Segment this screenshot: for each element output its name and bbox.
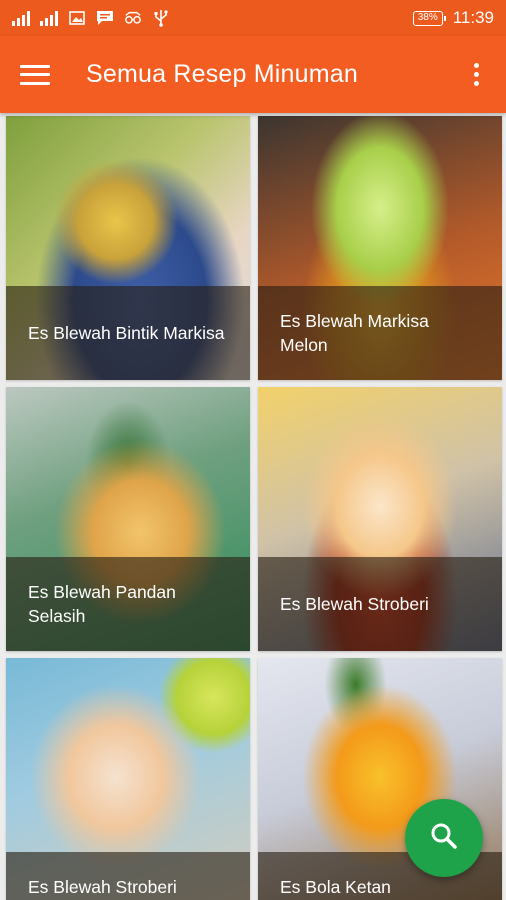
glasses-icon [124,10,142,26]
signal-icon [12,10,30,26]
more-vert-icon[interactable] [466,63,486,86]
clock: 11:39 [452,8,494,27]
page-title: Semua Resep Minuman [86,60,358,88]
recipe-title: Es Blewah Stroberi [258,557,502,651]
status-icons-left [12,10,170,27]
battery-indicator: 38% [412,10,446,26]
recipe-card[interactable]: Es Blewah Bintik Markisa [6,116,250,380]
hamburger-menu-icon[interactable] [20,64,50,85]
recipe-title: Es Blewah Bintik Markisa [6,286,250,380]
status-icons-right: 38% 11:39 [412,8,494,28]
chat-icon [96,10,114,26]
recipe-card[interactable]: Es Blewah Pandan Selasih [6,387,250,651]
search-icon [429,821,459,856]
signal-icon [40,10,58,26]
app-bar: Semua Resep Minuman [0,36,506,113]
recipe-title: Es Blewah Pandan Selasih [6,557,250,651]
usb-icon [152,10,170,27]
recipe-title: Es Blewah Markisa Melon [258,286,502,380]
recipe-card[interactable]: Es Blewah Stroberi [258,387,502,651]
recipe-grid: Es Blewah Bintik Markisa Es Blewah Marki… [6,116,502,900]
recipe-title: Es Blewah Stroberi [6,852,250,900]
search-fab-button[interactable] [405,799,483,877]
status-bar: 38% 11:39 [0,0,506,36]
image-icon [68,10,86,26]
recipe-card[interactable]: Es Blewah Stroberi [6,658,250,900]
recipe-card[interactable]: Es Blewah Markisa Melon [258,116,502,380]
